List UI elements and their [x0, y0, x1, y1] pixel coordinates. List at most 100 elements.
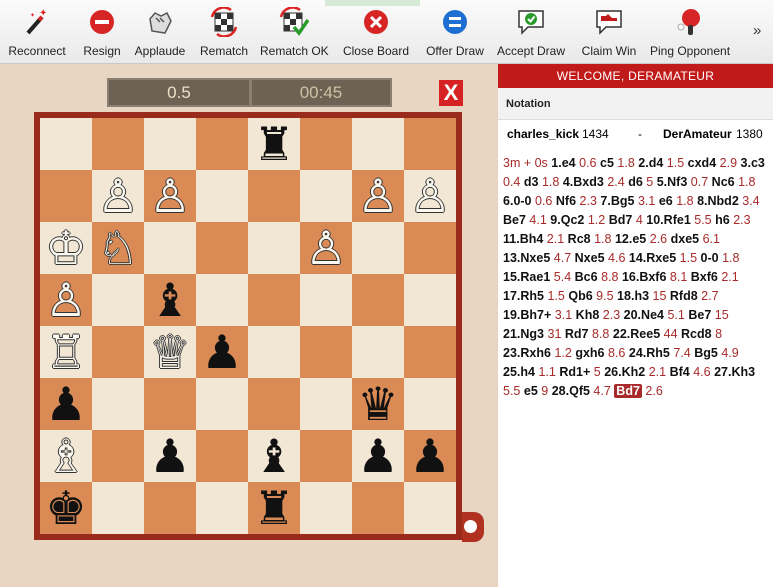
white-rook-a4[interactable]: ♖: [40, 326, 92, 378]
square-g8[interactable]: [352, 118, 404, 170]
square-e4[interactable]: [248, 326, 300, 378]
white-move[interactable]: Bh7+: [520, 308, 551, 322]
black-move[interactable]: c5: [600, 156, 614, 170]
black-move[interactable]: Nxe5: [575, 251, 605, 265]
applaude-button[interactable]: Applaude: [134, 0, 186, 63]
white-move[interactable]: Nbd2: [708, 194, 739, 208]
black-move[interactable]: Rcd8: [681, 327, 712, 341]
black-pawn-a3[interactable]: ♟: [40, 378, 92, 430]
square-c6[interactable]: [144, 222, 196, 274]
white-move[interactable]: e5: [632, 232, 646, 246]
black-king-a1[interactable]: ♚: [40, 482, 92, 534]
square-e3[interactable]: [248, 378, 300, 430]
black-move[interactable]: Bg5: [694, 346, 718, 360]
close-board-button[interactable]: Close Board: [342, 0, 410, 63]
black-move[interactable]: Be7: [503, 213, 526, 227]
board-side-handle[interactable]: [462, 512, 484, 542]
square-g5[interactable]: [352, 274, 404, 326]
black-move[interactable]: Nf6: [556, 194, 576, 208]
square-f3[interactable]: [300, 378, 352, 430]
close-board-x-button[interactable]: X: [439, 80, 463, 106]
square-d3[interactable]: [196, 378, 248, 430]
offer-draw-button[interactable]: Offer Draw: [422, 0, 488, 63]
rematch-ok-button[interactable]: Rematch OK: [260, 0, 329, 63]
white-pawn-a5[interactable]: ♙: [40, 274, 92, 326]
black-move[interactable]: Bd7: [614, 384, 642, 398]
square-e7[interactable]: [248, 170, 300, 222]
white-move[interactable]: c3: [751, 156, 765, 170]
black-bishop-c5[interactable]: ♝: [144, 274, 196, 326]
white-move[interactable]: Bxf6: [639, 270, 666, 284]
black-move[interactable]: gxh6: [575, 346, 604, 360]
white-pawn-c7[interactable]: ♙: [144, 170, 196, 222]
white-move[interactable]: Rh5: [646, 346, 670, 360]
square-h3[interactable]: [404, 378, 456, 430]
black-pawn-d4[interactable]: ♟: [196, 326, 248, 378]
rematch-button[interactable]: Rematch: [196, 0, 252, 63]
black-rook-e8[interactable]: ♜: [248, 118, 300, 170]
square-f8[interactable]: [300, 118, 352, 170]
more-tools-button[interactable]: »: [753, 22, 761, 39]
white-move[interactable]: Rxh6: [520, 346, 551, 360]
white-move[interactable]: Kh2: [622, 365, 646, 379]
black-move[interactable]: h6: [715, 213, 730, 227]
white-move[interactable]: h3: [634, 289, 649, 303]
white-move[interactable]: Rh5: [520, 289, 544, 303]
white-move[interactable]: Rxe5: [646, 251, 676, 265]
black-move[interactable]: 0-0: [701, 251, 719, 265]
chess-board[interactable]: ♜ ♙ ♙ ♙ ♙ ♔ ♘ ♙ ♙ ♝ ♖ ♕ ♟ ♟ ♛ ♗ ♟ ♝ ♟ ♟ ♚ ♜: [40, 118, 456, 534]
white-move[interactable]: Kh3: [731, 365, 755, 379]
square-b8[interactable]: [92, 118, 144, 170]
black-move[interactable]: e5: [524, 384, 538, 398]
square-c8[interactable]: [144, 118, 196, 170]
black-move[interactable]: Rd1+: [559, 365, 590, 379]
black-move[interactable]: Bf4: [670, 365, 690, 379]
black-pawn-h2[interactable]: ♟: [404, 430, 456, 482]
black-move[interactable]: Rd7: [565, 327, 589, 341]
black-move[interactable]: Qb6: [568, 289, 592, 303]
square-d8[interactable]: [196, 118, 248, 170]
white-move[interactable]: 0-0: [513, 194, 531, 208]
white-move[interactable]: Ree5: [630, 327, 660, 341]
square-b3[interactable]: [92, 378, 144, 430]
reconnect-button[interactable]: ✦ ✦ Reconnect: [4, 0, 70, 63]
square-f1[interactable]: [300, 482, 352, 534]
white-knight-b6[interactable]: ♘: [92, 222, 144, 274]
square-b5[interactable]: [92, 274, 144, 326]
white-move[interactable]: Nxe5: [520, 251, 550, 265]
white-pawn-g7[interactable]: ♙: [352, 170, 404, 222]
ping-opponent-button[interactable]: Ping Opponent: [648, 0, 732, 63]
square-h6[interactable]: [404, 222, 456, 274]
white-pawn-f6[interactable]: ♙: [300, 222, 352, 274]
black-move[interactable]: Kh8: [576, 308, 600, 322]
square-b4[interactable]: [92, 326, 144, 378]
white-pawn-b7[interactable]: ♙: [92, 170, 144, 222]
square-e5[interactable]: [248, 274, 300, 326]
black-move[interactable]: e6: [659, 194, 673, 208]
white-move[interactable]: Rae1: [520, 270, 550, 284]
white-move[interactable]: Qc2: [561, 213, 585, 227]
square-a7[interactable]: [40, 170, 92, 222]
black-move[interactable]: Rfd8: [670, 289, 698, 303]
white-bishop-a2[interactable]: ♗: [40, 430, 92, 482]
white-move[interactable]: Bh4: [520, 232, 544, 246]
black-move[interactable]: d3: [524, 175, 539, 189]
square-h4[interactable]: [404, 326, 456, 378]
white-move[interactable]: h4: [520, 365, 535, 379]
white-move[interactable]: Nf3: [667, 175, 687, 189]
square-a8[interactable]: [40, 118, 92, 170]
square-f5[interactable]: [300, 274, 352, 326]
black-move[interactable]: Nc6: [712, 175, 735, 189]
square-d1[interactable]: [196, 482, 248, 534]
square-h8[interactable]: [404, 118, 456, 170]
square-f2[interactable]: [300, 430, 352, 482]
square-d2[interactable]: [196, 430, 248, 482]
black-queen-g3[interactable]: ♛: [352, 378, 404, 430]
square-d7[interactable]: [196, 170, 248, 222]
square-b2[interactable]: [92, 430, 144, 482]
black-bishop-e2[interactable]: ♝: [248, 430, 300, 482]
black-rook-e1[interactable]: ♜: [248, 482, 300, 534]
black-move[interactable]: dxe5: [671, 232, 700, 246]
white-move[interactable]: Bg5: [611, 194, 635, 208]
white-pawn-h7[interactable]: ♙: [404, 170, 456, 222]
